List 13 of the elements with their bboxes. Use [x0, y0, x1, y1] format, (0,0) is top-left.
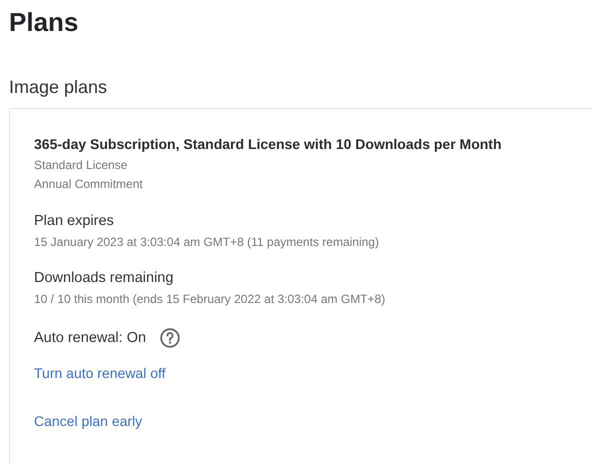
auto-renewal-status: Auto renewal: On — [34, 329, 146, 348]
field-value: 10 / 10 this month (ends 15 February 2022 at 3:03:04 am GMT+8) — [34, 291, 386, 308]
field-label: Plan expires — [34, 212, 115, 231]
field-value: 15 January 2023 at 3:03:04 am GMT+8 (11 payments remaining) — [34, 234, 380, 251]
page-title: Plans — [9, 6, 80, 38]
section-title: Image plans — [9, 76, 108, 99]
plan-link[interactable]: Cancel plan early — [34, 412, 142, 430]
help-icon[interactable] — [160, 328, 180, 348]
plan-detail: Standard License — [34, 157, 128, 174]
plan-link[interactable]: Turn auto renewal off — [34, 364, 166, 382]
plan-name: 365-day Subscription, Standard License with 10 Downloads per Month — [34, 135, 503, 153]
field-label: Downloads remaining — [34, 269, 174, 288]
plan-detail: Annual Commitment — [34, 176, 144, 193]
